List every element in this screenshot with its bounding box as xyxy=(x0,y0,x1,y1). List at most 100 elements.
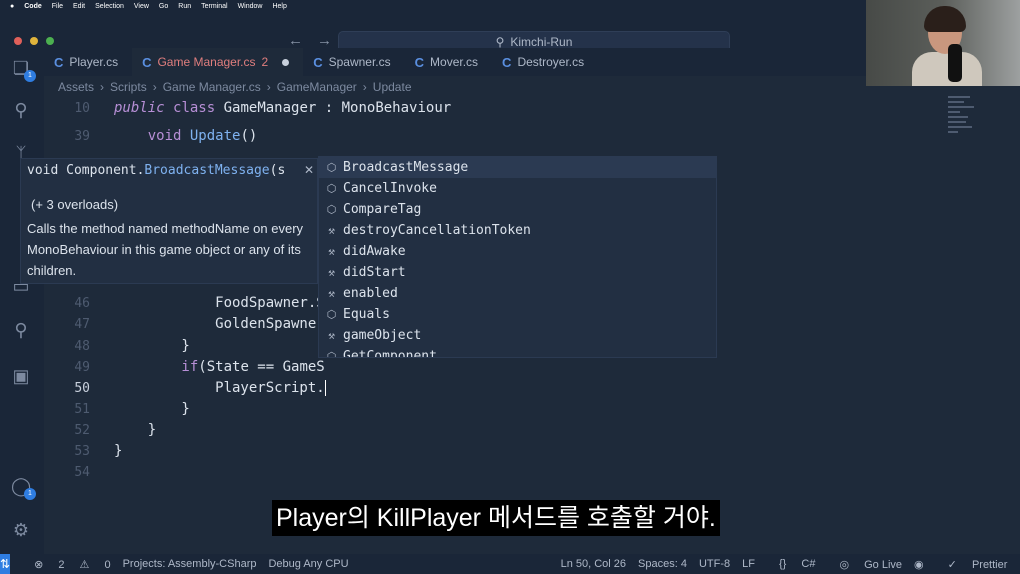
line-number: 51 xyxy=(74,402,90,417)
search-sidebar-icon[interactable]: ⚲ xyxy=(11,100,31,120)
minimize-window-button[interactable] xyxy=(30,37,38,45)
microphone-icon xyxy=(948,44,962,82)
menu-go[interactable]: Go xyxy=(159,3,168,10)
csharp-file-icon: C xyxy=(142,54,152,70)
tab-mover[interactable]: C Mover.cs xyxy=(405,48,492,76)
tab-game-manager[interactable]: C Game Manager.cs 2 xyxy=(132,48,304,76)
chevron-right-icon: › xyxy=(152,80,157,94)
code-text: } xyxy=(114,422,157,438)
code-text: } xyxy=(114,338,190,354)
suggestion-item[interactable]: ⚒ didStart xyxy=(319,262,716,283)
line-number: 52 xyxy=(74,423,90,438)
tab-problem-count: 2 xyxy=(261,55,269,69)
suggestion-item[interactable]: ⚒ gameObject xyxy=(319,325,716,346)
docker-icon[interactable]: ▣ xyxy=(11,366,31,386)
menu-edit[interactable]: Edit xyxy=(73,3,85,10)
line-number: 46 xyxy=(74,296,90,311)
project-status[interactable]: Projects: Assembly-CSharp xyxy=(123,558,257,570)
chevron-right-icon: › xyxy=(100,80,105,94)
zoom-window-button[interactable] xyxy=(46,37,54,45)
suggestion-label: gameObject xyxy=(343,328,422,343)
search-icon: ⚲ xyxy=(495,35,505,49)
line-number: 47 xyxy=(74,317,90,332)
indentation-status[interactable]: Spaces: 4 xyxy=(638,558,687,570)
text-cursor xyxy=(324,380,326,396)
prettier-status[interactable]: ✓ Prettier xyxy=(936,558,1008,571)
suggestion-item[interactable]: ⚒ didAwake xyxy=(319,241,716,262)
chevron-right-icon: › xyxy=(266,80,271,94)
menu-run[interactable]: Run xyxy=(178,3,191,10)
close-icon[interactable]: ✕ xyxy=(304,163,314,177)
chevron-right-icon: › xyxy=(362,80,367,94)
suggestion-item[interactable]: ⬡ Equals xyxy=(319,304,716,325)
breadcrumb-method[interactable]: Update xyxy=(373,80,412,94)
suggestion-item[interactable]: ⚒ destroyCancellationToken xyxy=(319,220,716,241)
menu-terminal[interactable]: Terminal xyxy=(201,3,227,10)
line-number: 48 xyxy=(74,339,90,354)
apple-icon[interactable]: ● xyxy=(10,3,14,10)
unsaved-dot-icon[interactable] xyxy=(282,58,290,66)
menu-window[interactable]: Window xyxy=(238,3,263,10)
method-cube-icon: ⬡ xyxy=(326,161,337,174)
app-menu[interactable]: Code xyxy=(24,3,42,10)
suggestion-label: Equals xyxy=(343,307,390,322)
code-line: 53} xyxy=(44,441,944,462)
csharp-file-icon: C xyxy=(502,54,512,70)
code-line: 52 } xyxy=(44,420,944,441)
property-wrench-icon: ⚒ xyxy=(328,287,335,300)
tab-player[interactable]: C Player.cs xyxy=(44,48,132,76)
breadcrumb-assets[interactable]: Assets xyxy=(58,80,94,94)
suggestion-label: didStart xyxy=(343,265,406,280)
code-line: 54 xyxy=(44,462,944,483)
braces-icon: {} xyxy=(778,558,787,570)
editor-tabs: C Player.cs C Game Manager.cs 2 C Spawner.cs… xyxy=(44,48,950,76)
code-text: FoodSpawner.S xyxy=(114,295,325,311)
back-arrow-icon[interactable]: ← xyxy=(288,32,317,49)
code-text: PlayerScript. xyxy=(114,380,326,396)
suggestion-item[interactable]: ⬡ BroadcastMessage xyxy=(319,157,716,178)
explorer-badge: 1 xyxy=(24,70,36,82)
code-text: } xyxy=(114,401,190,417)
eol-status[interactable]: LF xyxy=(742,558,755,570)
breadcrumb-class[interactable]: GameManager xyxy=(277,80,357,94)
menu-selection[interactable]: Selection xyxy=(95,3,124,10)
suggestion-widget: ⬡ BroadcastMessage ⬡ CancelInvoke ⬡ CompareTa… xyxy=(318,156,717,358)
cursor-position[interactable]: Ln 50, Col 26 xyxy=(561,558,626,570)
remote-indicator-icon[interactable]: ⇅ xyxy=(0,554,11,574)
status-bar: ⇅ ⊗ 2 ⚠ 0 Projects: Assembly-CSharp Debu… xyxy=(0,554,1020,574)
encoding-status[interactable]: UTF-8 xyxy=(699,558,730,570)
suggestion-item[interactable]: ⚒ enabled xyxy=(319,283,716,304)
activity-bar: ❏ 1 ⚲ ᛉ ▭ ⚲ ▣ ◯ 1 ⚙ xyxy=(0,48,44,554)
menu-view[interactable]: View xyxy=(134,3,149,10)
suggestion-item[interactable]: ⬡ CompareTag xyxy=(319,199,716,220)
line-number: 49 xyxy=(74,360,90,375)
problems-status[interactable]: ⊗ 2 ⚠ 0 xyxy=(22,558,111,571)
debug-config-status[interactable]: Debug Any CPU xyxy=(268,558,348,570)
menu-help[interactable]: Help xyxy=(272,3,286,10)
copilot-icon[interactable]: ◉ xyxy=(914,558,924,571)
code-text: if(State == GameS xyxy=(114,359,325,375)
method-cube-icon: ⬡ xyxy=(326,350,337,358)
suggestion-item[interactable]: ⬡ CancelInvoke xyxy=(319,178,716,199)
suggestion-label: GetComponent xyxy=(343,349,437,358)
hover-signature: void Component.BroadcastMessage(s xyxy=(27,163,286,178)
language-status[interactable]: {} C# xyxy=(767,558,815,570)
code-text: } xyxy=(114,443,123,459)
suggestion-item[interactable]: ⬡ GetComponent xyxy=(319,346,716,358)
code-line: 39 void Update() xyxy=(44,126,944,147)
breadcrumb-file[interactable]: Game Manager.cs xyxy=(163,80,261,94)
error-icon: ⊗ xyxy=(34,558,44,571)
tab-spawner[interactable]: C Spawner.cs xyxy=(303,48,404,76)
property-wrench-icon: ⚒ xyxy=(328,224,335,237)
settings-gear-icon[interactable]: ⚙ xyxy=(11,520,31,540)
minimap[interactable] xyxy=(948,96,978,156)
go-live-button[interactable]: ◎ Go Live xyxy=(827,558,902,571)
suggestion-label: CompareTag xyxy=(343,202,422,217)
testing-icon[interactable]: ⚲ xyxy=(11,320,31,340)
menu-file[interactable]: File xyxy=(52,3,63,10)
close-window-button[interactable] xyxy=(14,37,22,45)
tab-destroyer[interactable]: C Destroyer.cs xyxy=(492,48,598,76)
method-cube-icon: ⬡ xyxy=(326,203,337,216)
breadcrumb-scripts[interactable]: Scripts xyxy=(110,80,147,94)
hover-documentation: void Component.BroadcastMessage(s ✕ (+ 3… xyxy=(20,158,318,284)
